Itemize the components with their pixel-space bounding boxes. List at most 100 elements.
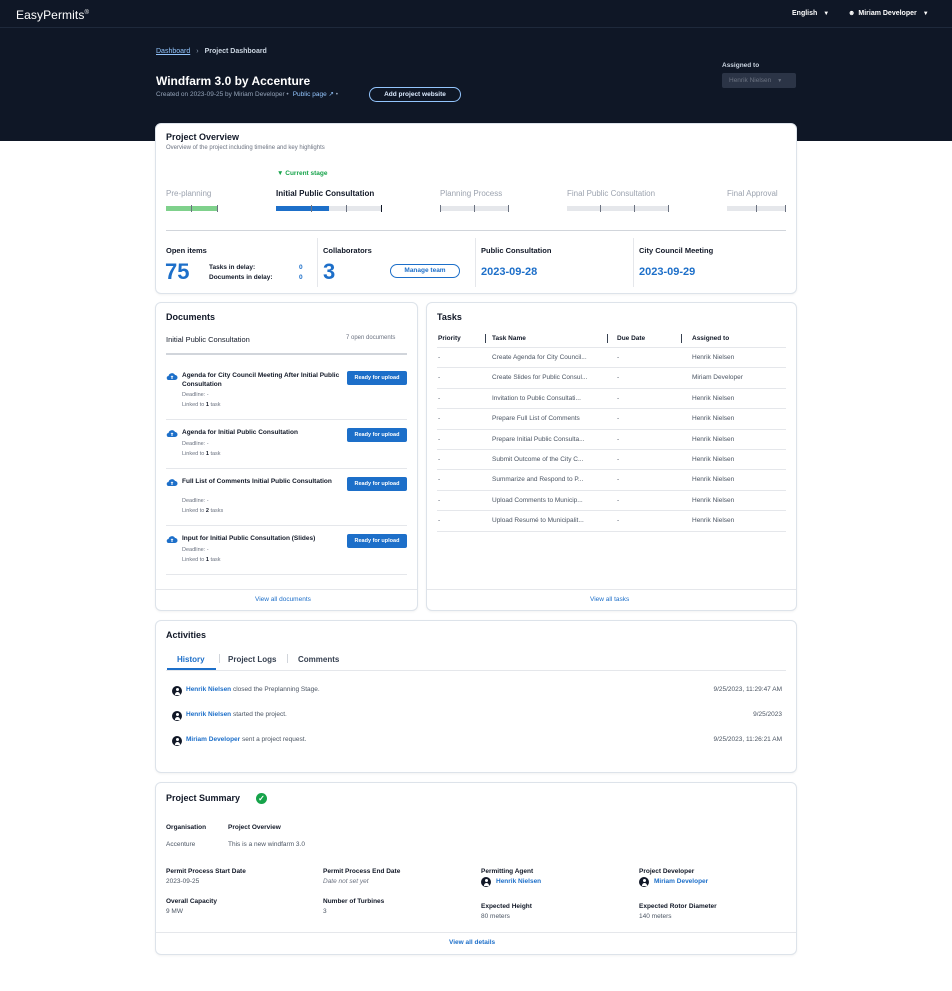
progress-tick xyxy=(217,205,218,212)
stage-planning-process: Planning Process xyxy=(440,189,503,198)
column-header-priority[interactable]: Priority xyxy=(438,335,461,342)
summary-footer-divider xyxy=(156,932,796,933)
stage-progress-bar xyxy=(276,205,382,212)
progress-tick xyxy=(634,205,635,212)
cell-assigned: Henrik Nielsen xyxy=(692,435,735,443)
document-item[interactable]: Input for Initial Public Consultation (S… xyxy=(166,534,407,575)
linked-prefix: Linked to xyxy=(182,557,205,563)
activity-text: Henrik Nielsen started the project. xyxy=(186,711,287,718)
cell-priority: - xyxy=(438,456,441,463)
table-row[interactable]: - Prepare Full List of Comments - Henrik Ni… xyxy=(437,409,786,430)
table-row[interactable]: - Prepare Initial Public Consulta... - Henr… xyxy=(437,430,786,450)
open-documents-count: 7 open documents xyxy=(346,335,396,341)
docs-delay-count: 0 xyxy=(299,274,303,281)
ready-for-upload-button[interactable]: Ready for upload xyxy=(347,477,407,491)
ready-for-upload-button[interactable]: Ready for upload xyxy=(347,428,407,442)
tasks-footer-divider xyxy=(427,589,796,590)
tasks-title: Tasks xyxy=(437,312,462,322)
tasks-delay-count: 0 xyxy=(299,264,303,271)
permitting-agent-value: Henrik Nielsen xyxy=(481,877,601,888)
language-selector[interactable]: English ▼ xyxy=(792,10,829,17)
created-info: Created on 2023-09-25 by Miriam Develope… xyxy=(156,91,285,98)
document-linked: Linked to 1 task xyxy=(182,451,221,457)
document-title: Agenda for City Council Meeting After In… xyxy=(182,372,340,388)
chevron-down-icon: ▼ xyxy=(922,11,929,17)
cloud-upload-icon xyxy=(166,536,178,544)
document-item[interactable]: Full List of Comments Initial Public Con… xyxy=(166,477,407,526)
stat-divider xyxy=(475,238,476,287)
logo[interactable]: EasyPermits® xyxy=(16,8,89,22)
activity-action: sent a project request. xyxy=(242,736,307,743)
breadcrumb-current: Project Dashboard xyxy=(204,48,267,55)
end-date-value: Date not set yet xyxy=(323,878,369,885)
view-all-details-link[interactable]: View all details xyxy=(449,939,495,946)
activity-user-link[interactable]: Miriam Developer xyxy=(186,736,240,743)
cell-priority: - xyxy=(438,354,441,361)
project-developer-label: Project Developer xyxy=(639,868,695,875)
tab-history[interactable]: History xyxy=(177,655,205,664)
open-items-label: Open items xyxy=(166,246,207,255)
cell-task-name: Prepare Full List of Comments xyxy=(492,415,580,423)
document-item[interactable]: Agenda for City Council Meeting After In… xyxy=(166,371,407,420)
add-project-website-button[interactable]: Add project website xyxy=(369,87,461,102)
activity-action: closed the Preplanning Stage. xyxy=(232,686,320,693)
stage-progress-bar xyxy=(567,205,669,212)
progress-tick xyxy=(440,205,441,212)
column-header-assigned-to[interactable]: Assigned to xyxy=(692,335,729,342)
ready-for-upload-button[interactable]: Ready for upload xyxy=(347,371,407,385)
column-divider xyxy=(681,334,682,343)
table-row[interactable]: - Summarize and Respond to P... - Henrik Ni… xyxy=(437,470,786,491)
table-row[interactable]: - Create Agenda for City Council... - Henri… xyxy=(437,348,786,369)
tab-project-logs[interactable]: Project Logs xyxy=(228,655,276,664)
cell-assigned: Miriam Developer xyxy=(692,374,743,382)
public-page-link[interactable]: Public page ↗ xyxy=(293,91,334,98)
table-row[interactable]: - Create Slides for Public Consul... - Miri… xyxy=(437,368,786,389)
document-linked: Linked to 1 task xyxy=(182,402,221,408)
project-developer-value: Miriam Developer xyxy=(639,877,759,888)
document-deadline: Deadline: - xyxy=(182,547,209,553)
stage-progress-fill xyxy=(276,206,329,211)
cell-priority: - xyxy=(438,415,441,423)
permitting-agent-link[interactable]: Henrik Nielsen xyxy=(496,878,541,885)
table-row[interactable]: - Upload Resumé to Municipalit... - Henrik … xyxy=(437,511,786,532)
cell-task-name: Submit Outcome of the City C... xyxy=(492,456,584,463)
ready-for-upload-button[interactable]: Ready for upload xyxy=(347,534,407,548)
external-link-icon: ↗ xyxy=(328,91,334,98)
stat-divider xyxy=(633,238,634,287)
activity-item: Henrik Nielsen closed the Preplanning St… xyxy=(172,685,782,697)
view-all-tasks-link[interactable]: View all tasks xyxy=(590,596,629,603)
cell-due-date: - xyxy=(617,374,620,382)
linked-unit: task xyxy=(210,557,221,563)
document-deadline: Deadline: - xyxy=(182,392,209,398)
table-row[interactable]: - Upload Comments to Municip... - Henrik Ni… xyxy=(437,491,786,512)
activity-action: started the project. xyxy=(232,711,287,718)
assigned-to-select[interactable]: Henrik Nielsen ▼ xyxy=(722,73,796,88)
linked-unit: task xyxy=(210,451,221,457)
activity-user-link[interactable]: Henrik Nielsen xyxy=(186,711,231,718)
document-item[interactable]: Agenda for Initial Public Consultation D… xyxy=(166,428,407,469)
view-all-documents-link[interactable]: View all documents xyxy=(255,596,311,603)
cell-due-date: - xyxy=(617,456,620,463)
turbines-value: 3 xyxy=(323,908,327,915)
overview-subtitle: Overview of the project including timeli… xyxy=(166,145,325,151)
table-row[interactable]: - Submit Outcome of the City C... - Henrik … xyxy=(437,450,786,471)
breadcrumb-dashboard-link[interactable]: Dashboard xyxy=(156,48,190,55)
column-header-task-name[interactable]: Task Name xyxy=(492,335,526,342)
current-stage-label: ▼ Current stage xyxy=(277,170,328,177)
project-developer-link[interactable]: Miriam Developer xyxy=(654,878,708,885)
user-menu[interactable]: ☻ Miriam Developer ▼ xyxy=(848,10,929,17)
cell-assigned: Henrik Nielsen xyxy=(692,517,735,525)
documents-stage: Initial Public Consultation xyxy=(166,335,250,344)
activity-user-link[interactable]: Henrik Nielsen xyxy=(186,686,231,693)
turbines-label: Number of Turbines xyxy=(323,898,385,905)
table-row[interactable]: - Invitation to Public Consultati... - Henr… xyxy=(437,389,786,410)
cell-assigned: Henrik Nielsen xyxy=(692,476,735,484)
column-header-due-date[interactable]: Due Date xyxy=(617,335,645,342)
current-stage-text: Current stage xyxy=(285,170,328,177)
tab-divider xyxy=(219,654,220,663)
manage-team-button[interactable]: Manage team xyxy=(390,264,460,278)
linked-count: 1 xyxy=(205,451,209,457)
timeline-divider xyxy=(166,230,786,231)
cell-task-name: Prepare Initial Public Consulta... xyxy=(492,435,585,443)
tab-comments[interactable]: Comments xyxy=(298,655,339,664)
